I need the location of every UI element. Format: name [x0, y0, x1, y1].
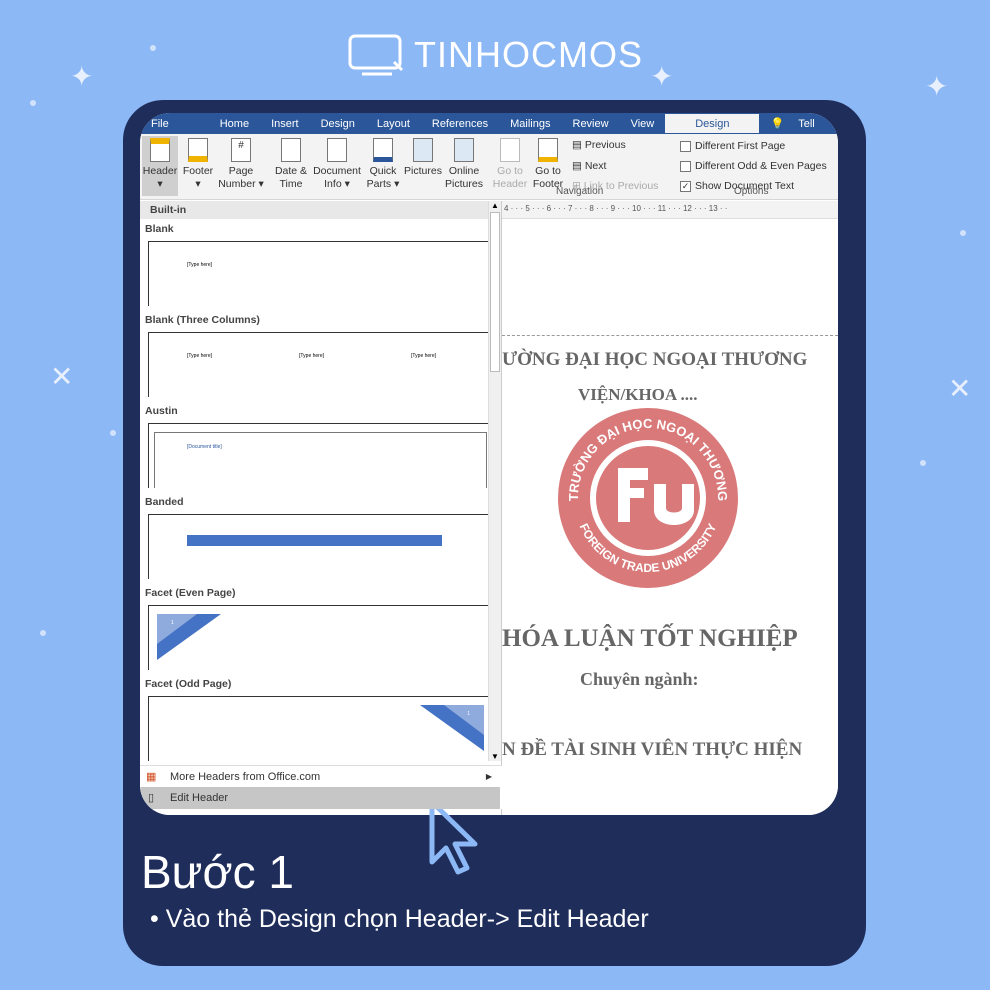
- star-icon: ✦: [70, 61, 94, 92]
- quick-parts-button[interactable]: Quick Parts ▾: [365, 138, 401, 191]
- gallery-item-label: Facet (Even Page): [145, 587, 236, 599]
- star-icon: ✦: [650, 61, 674, 92]
- tab-header-footer-design[interactable]: Design: [665, 114, 760, 133]
- step-title: Bước 1: [141, 846, 295, 898]
- university-seal: TRƯỜNG ĐẠI HỌC NGOẠI THƯƠNG FOREIGN TRAD…: [558, 408, 738, 588]
- doc-line-major: Chuyên ngành:: [580, 669, 699, 689]
- online-pictures-button[interactable]: Online Pictures: [444, 138, 484, 191]
- document-info-button[interactable]: Document Info ▾: [312, 138, 362, 191]
- page-icon: ▯: [148, 792, 155, 804]
- brand-name: TINHOCMOS: [414, 34, 643, 75]
- gallery-item-blank[interactable]: [Type here]: [148, 241, 493, 306]
- more-headers-menu-item[interactable]: ▦ More Headers from Office.com ▶: [140, 765, 502, 787]
- doc-line-thesis: HÓA LUẬN TỐT NGHIỆP: [502, 625, 798, 652]
- built-in-heading: Built-in: [140, 201, 501, 219]
- star-icon: ✕: [50, 361, 74, 392]
- gallery-item-banded[interactable]: [148, 514, 493, 579]
- gallery-item-facet-even[interactable]: 1: [148, 605, 493, 670]
- header-button[interactable]: Header ▾: [142, 136, 178, 196]
- tab-mailings[interactable]: Mailings: [499, 118, 561, 130]
- doc-line-topic: N ĐỀ TÀI SINH VIÊN THỰC HIỆN: [502, 739, 803, 760]
- ribbon: Header ▾ Footer ▾ # Page Number ▾ Date & Time…: [140, 134, 838, 200]
- gallery-item-austin[interactable]: [Document title]: [148, 423, 493, 488]
- tab-references[interactable]: References: [421, 118, 499, 130]
- monitor-icon: [348, 34, 404, 76]
- different-odd-even-checkbox[interactable]: Different Odd & Even Pages: [680, 160, 827, 172]
- gallery-item-label: Blank: [145, 223, 174, 235]
- footer-button[interactable]: Footer ▾: [180, 138, 216, 191]
- document-area[interactable]: 4 · · · 5 · · · 6 · · · 7 · · · 8 · · · …: [502, 201, 838, 815]
- previous-button[interactable]: ▤ Previous: [572, 139, 626, 152]
- options-group-label: Options: [734, 186, 769, 197]
- word-screenshot: File Home Insert Design Layout Reference…: [140, 113, 838, 815]
- tab-view[interactable]: View: [620, 118, 666, 130]
- doc-line-faculty: VIỆN/KHOA ....: [578, 385, 698, 404]
- pictures-button[interactable]: Pictures: [403, 138, 443, 178]
- tab-insert[interactable]: Insert: [260, 118, 310, 130]
- different-first-page-checkbox[interactable]: Different First Page: [680, 140, 785, 152]
- office-icon: ▦: [146, 771, 157, 783]
- tab-home[interactable]: Home: [180, 118, 260, 130]
- ruler[interactable]: 4 · · · 5 · · · 6 · · · 7 · · · 8 · · · …: [502, 201, 838, 219]
- chevron-right-icon: ▶: [485, 772, 492, 781]
- header-gallery: Built-in Blank [Type here] Blank (Three …: [140, 201, 502, 815]
- tab-design[interactable]: Design: [310, 118, 366, 130]
- edit-header-menu-item[interactable]: ▯ Edit Header: [140, 787, 500, 809]
- star-icon: ✦: [925, 71, 949, 102]
- next-button[interactable]: ▤ Next: [572, 160, 606, 173]
- tab-layout[interactable]: Layout: [366, 118, 421, 130]
- tell-me[interactable]: 💡 Tell: [759, 117, 836, 130]
- brand-logo: TINHOCMOS: [348, 34, 643, 76]
- doc-line-school: ƯỜNG ĐẠI HỌC NGOẠI THƯƠNG: [502, 349, 808, 370]
- gallery-item-label: Austin: [145, 405, 178, 417]
- gallery-item-label: Banded: [145, 496, 184, 508]
- star-icon: ✕: [948, 373, 972, 404]
- gallery-item-facet-odd[interactable]: 1: [148, 696, 493, 761]
- page-number-button[interactable]: # Page Number ▾: [218, 138, 264, 191]
- date-time-button[interactable]: Date & Time: [273, 138, 309, 191]
- tab-review[interactable]: Review: [562, 118, 620, 130]
- gallery-item-label: Facet (Odd Page): [145, 678, 232, 690]
- navigation-group-label: Navigation: [556, 186, 604, 197]
- mouse-cursor-icon: [429, 799, 478, 875]
- go-to-footer-button[interactable]: Go to Footer: [530, 138, 566, 191]
- gallery-item-blank-three-columns[interactable]: [Type here] [Type here] [Type here]: [148, 332, 493, 397]
- step-instruction: • Vào thẻ Design chọn Header-> Edit Head…: [150, 905, 649, 933]
- gallery-scrollbar[interactable]: ▲ ▼: [488, 201, 501, 761]
- go-to-header-button[interactable]: Go to Header: [492, 138, 528, 191]
- ribbon-tabs: File Home Insert Design Layout Reference…: [140, 113, 838, 134]
- gallery-item-label: Blank (Three Columns): [145, 314, 260, 326]
